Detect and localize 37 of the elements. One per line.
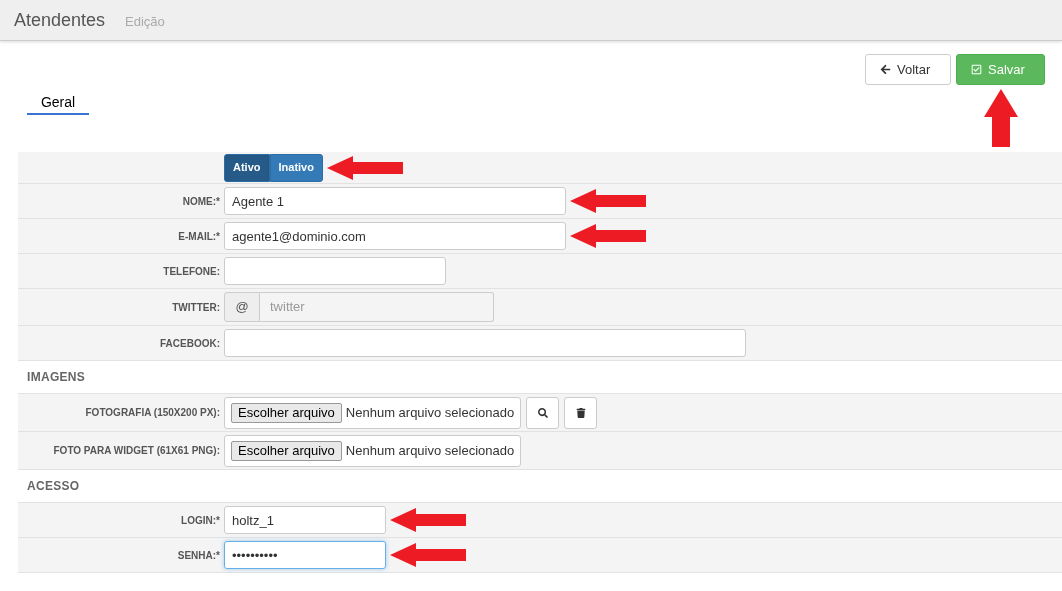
choose-file-button[interactable]: Escolher arquivo [231,440,342,461]
text-field[interactable]: agente1@dominio.com [224,222,566,250]
field-label: FOTOGRAFIA (150X200 PX): [85,406,220,420]
text-field[interactable] [224,257,446,285]
field-label: NOME:* [182,194,220,209]
field-label: FACEBOOK: [160,336,220,351]
arrow-left-icon [880,64,891,75]
page-subtitle: Edição [125,13,165,32]
at-addon: @ [224,292,260,322]
checkbox-icon [971,64,982,75]
file-field[interactable]: Escolher arquivo Nenhum arquivo selecionado [224,434,522,467]
field-label: E-MAIL:* [178,229,220,244]
field-label: TELEFONE: [163,264,220,279]
field-label: LOGIN:* [181,513,220,528]
text-field[interactable] [224,329,746,357]
file-status: Nenhum arquivo selecionado [345,403,515,422]
page-title: Atendentes [14,8,106,32]
file-status: Nenhum arquivo selecionado [345,441,515,460]
tab[interactable]: Geral [27,91,89,115]
status-toggle[interactable]: Ativo [224,153,270,182]
status-toggle[interactable]: Inativo [269,153,323,182]
text-field[interactable]: •••••••••• [224,541,386,569]
field-label: TWITTER: [172,300,220,315]
delete-button[interactable] [564,396,598,429]
twitter-field[interactable]: twitter [260,292,494,322]
trash-icon [575,407,586,418]
search-icon [537,407,548,418]
text-field[interactable]: Agente 1 [224,187,566,215]
back-button[interactable]: Voltar [865,54,951,85]
choose-file-button[interactable]: Escolher arquivo [231,402,342,423]
field-label: FOTO PARA WIDGET (61X61 PNG): [53,444,220,458]
file-field[interactable]: Escolher arquivo Nenhum arquivo selecionado [224,396,522,429]
section-heading: ACESSO [27,478,80,495]
field-label: SENHA:* [177,548,220,563]
section-heading: IMAGENS [27,369,86,386]
search-button[interactable] [526,396,560,429]
text-field[interactable]: holtz_1 [224,506,386,534]
